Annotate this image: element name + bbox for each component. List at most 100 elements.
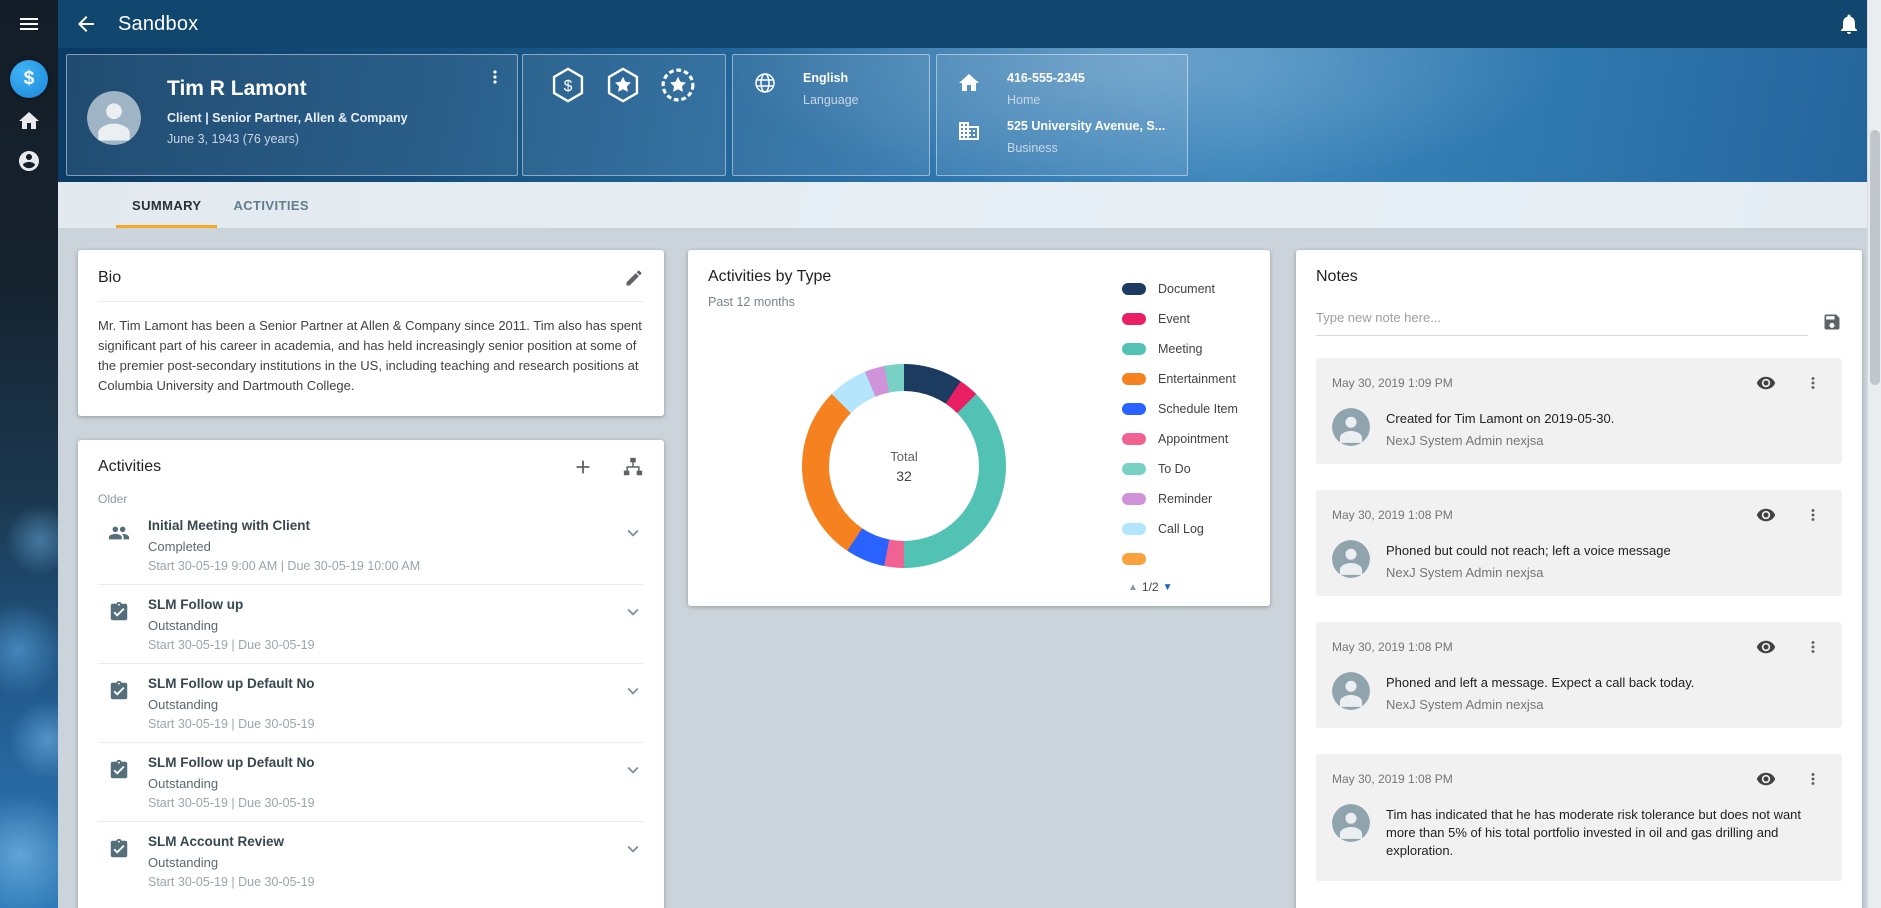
eye-icon[interactable] [1756, 373, 1776, 393]
hierarchy-view-icon[interactable] [622, 456, 644, 478]
legend-item: Entertainment [1122, 364, 1262, 394]
note-text: Created for Tim Lamont on 2019-05-30. [1386, 408, 1614, 428]
legend-item: Reminder [1122, 484, 1262, 514]
note-menu-kebab-icon[interactable] [1804, 770, 1822, 788]
legend-swatch [1122, 283, 1146, 295]
note-author: NexJ System Admin nexjsa [1386, 565, 1671, 580]
home-icon[interactable] [17, 109, 41, 133]
back-arrow-icon[interactable] [74, 12, 98, 36]
star-seal-badge-icon[interactable] [659, 66, 697, 104]
legend-label: Meeting [1158, 342, 1202, 356]
legend-item: Schedule Item [1122, 394, 1262, 424]
edit-pencil-icon[interactable] [624, 268, 644, 288]
task-icon [108, 680, 130, 702]
globe-icon [753, 71, 777, 95]
note-timestamp: May 30, 2019 1:08 PM [1332, 508, 1756, 522]
activity-title: SLM Follow up [148, 597, 622, 612]
phone-label: Home [1007, 93, 1085, 107]
account-icon[interactable] [17, 149, 41, 173]
language-card: English Language [732, 54, 930, 176]
language-value: English [803, 71, 859, 85]
note-item: May 30, 2019 1:09 PM [1316, 358, 1842, 464]
chevron-down-icon[interactable] [622, 601, 644, 623]
badges-card: $ [522, 54, 726, 176]
legend-label: Appointment [1158, 432, 1228, 446]
new-note-input[interactable] [1316, 310, 1808, 336]
legend-page-up-icon[interactable]: ▲ [1128, 582, 1138, 593]
note-timestamp: May 30, 2019 1:09 PM [1332, 376, 1756, 390]
tab[interactable]: SUMMARY [116, 182, 217, 228]
notes-card: Notes May 30, 2019 1:09 PM [1296, 250, 1862, 908]
activity-item[interactable]: SLM Follow up Default No Outstanding Sta… [98, 742, 644, 821]
note-author-avatar [1332, 672, 1370, 710]
star-hexagon-badge-icon[interactable] [604, 66, 642, 104]
eye-icon[interactable] [1756, 505, 1776, 525]
donut-center: Total 32 [829, 391, 979, 541]
legend-swatch [1122, 493, 1146, 505]
chevron-down-icon[interactable] [622, 838, 644, 860]
note-menu-kebab-icon[interactable] [1804, 638, 1822, 656]
activity-item[interactable]: SLM Account Review Outstanding Start 30-… [98, 821, 644, 900]
activity-dates: Start 30-05-19 9:00 AM | Due 30-05-19 10… [148, 559, 622, 573]
activity-dates: Start 30-05-19 | Due 30-05-19 [148, 717, 622, 731]
chevron-down-icon[interactable] [622, 522, 644, 544]
legend-item [1122, 544, 1262, 566]
eye-icon[interactable] [1756, 769, 1776, 789]
notifications-bell-icon[interactable] [1837, 12, 1861, 36]
profile-menu-kebab-icon[interactable] [485, 67, 505, 87]
address-value: 525 University Avenue, S... [1007, 119, 1165, 133]
legend-swatch [1122, 343, 1146, 355]
activity-item[interactable]: Initial Meeting with Client Completed St… [98, 506, 644, 584]
note-text: Tim has indicated that he has moderate r… [1386, 804, 1826, 860]
right-column: Notes May 30, 2019 1:09 PM [1296, 250, 1862, 908]
hamburger-menu-icon[interactable] [17, 12, 41, 36]
add-activity-icon[interactable] [572, 456, 594, 478]
activity-status: Completed [148, 539, 622, 554]
contact-subtitle: Client | Senior Partner, Allen & Company [167, 111, 469, 125]
activity-item[interactable]: SLM Follow up Outstanding Start 30-05-19… [98, 584, 644, 663]
contact-header-banner: Tim R Lamont Client | Senior Partner, Al… [58, 48, 1867, 228]
page-scrollbar[interactable] [1867, 0, 1881, 908]
activities-list: Initial Meeting with Client Completed St… [98, 506, 644, 900]
building-icon [957, 119, 981, 143]
scrollbar-thumb[interactable] [1870, 130, 1880, 385]
legend-item: Meeting [1122, 334, 1262, 364]
note-timestamp: May 30, 2019 1:08 PM [1332, 772, 1756, 786]
note-author: NexJ System Admin nexjsa [1386, 697, 1694, 712]
dollar-hexagon-badge-icon[interactable]: $ [549, 66, 587, 104]
task-icon [108, 601, 130, 623]
svg-text:$: $ [564, 78, 573, 95]
tab[interactable]: ACTIVITIES [217, 182, 325, 228]
tab-label: ACTIVITIES [233, 198, 309, 213]
phone-number: 416-555-2345 [1007, 71, 1085, 85]
legend-pager: ▲ 1/2 ▼ [1128, 580, 1173, 594]
note-author-avatar [1332, 804, 1370, 842]
activity-status: Outstanding [148, 697, 622, 712]
chevron-down-icon[interactable] [622, 680, 644, 702]
activities-card: Activities Older [78, 440, 664, 908]
contact-birthdate: June 3, 1943 (76 years) [167, 132, 469, 146]
note-item: May 30, 2019 1:08 PM [1316, 754, 1842, 881]
task-icon [108, 759, 130, 781]
chevron-down-icon[interactable] [622, 759, 644, 781]
address-label: Business [1007, 141, 1165, 155]
legend-swatch [1122, 373, 1146, 385]
profile-card: Tim R Lamont Client | Senior Partner, Al… [66, 54, 518, 176]
activity-status: Outstanding [148, 776, 622, 791]
note-menu-kebab-icon[interactable] [1804, 506, 1822, 524]
people-icon [108, 522, 130, 544]
activities-title: Activities [98, 458, 161, 476]
contact-info-card: 416-555-2345 Home 525 University Avenue,… [936, 54, 1188, 176]
note-menu-kebab-icon[interactable] [1804, 374, 1822, 392]
activity-item[interactable]: SLM Follow up Default No Outstanding Sta… [98, 663, 644, 742]
dollar-app-icon[interactable]: $ [10, 60, 48, 98]
legend-swatch [1122, 433, 1146, 445]
legend-page-down-icon[interactable]: ▼ [1163, 582, 1173, 593]
legend-label: Reminder [1158, 492, 1212, 506]
eye-icon[interactable] [1756, 637, 1776, 657]
legend-swatch [1122, 523, 1146, 535]
activity-title: Initial Meeting with Client [148, 518, 622, 533]
save-note-icon[interactable] [1822, 312, 1842, 332]
legend-item: Document [1122, 274, 1262, 304]
middle-column: Activities by Type Past 12 months Total … [688, 250, 1270, 606]
